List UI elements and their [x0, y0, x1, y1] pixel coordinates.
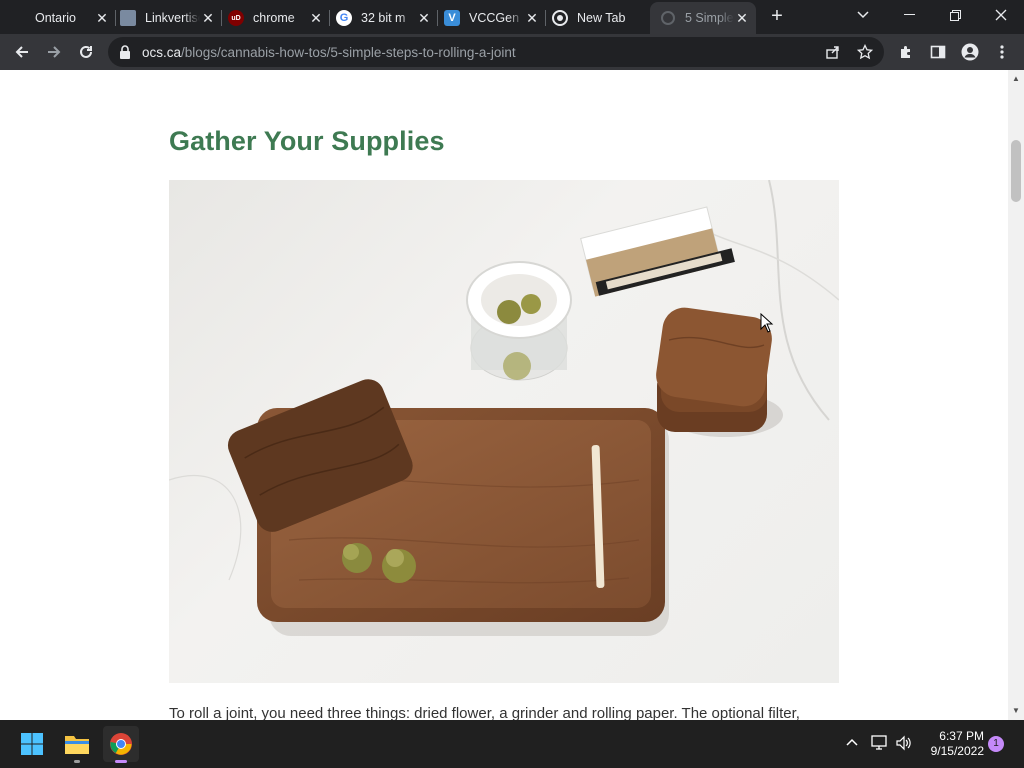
- google-favicon: G: [336, 10, 352, 26]
- url-text: ocs.ca/blogs/cannabis-how-tos/5-simple-s…: [142, 45, 516, 60]
- share-icon[interactable]: [824, 43, 842, 61]
- reload-icon: [80, 45, 92, 58]
- tab-title: Linkvertise: [145, 11, 200, 25]
- tab-title: Ontario: [35, 11, 76, 25]
- scroll-down-arrow-icon[interactable]: ▼: [1012, 706, 1020, 715]
- scroll-up-arrow-icon[interactable]: ▲: [1012, 74, 1020, 83]
- address-bar[interactable]: ocs.ca/blogs/cannabis-how-tos/5-simple-s…: [108, 37, 884, 67]
- loading-favicon: [660, 10, 676, 26]
- back-arrow-icon: [15, 46, 28, 58]
- profile-avatar-icon: [961, 43, 979, 61]
- rolling-supplies-photo: [169, 180, 839, 683]
- file-explorer-button[interactable]: [59, 726, 95, 763]
- close-tab-icon[interactable]: ✕: [416, 10, 432, 26]
- tab-new-tab[interactable]: New Tab: [552, 2, 648, 34]
- close-tab-icon[interactable]: ✕: [524, 10, 540, 26]
- kebab-menu-icon: [1000, 45, 1004, 59]
- windows-logo-icon: [21, 733, 43, 755]
- clock-date: 9/15/2022: [930, 744, 984, 758]
- tab-vccgen[interactable]: V VCCGen ✕: [444, 2, 546, 34]
- close-window-button[interactable]: [978, 0, 1024, 30]
- mouse-cursor-icon: [760, 313, 774, 333]
- extensions-button[interactable]: [894, 40, 918, 64]
- network-icon[interactable]: [871, 735, 889, 751]
- start-button[interactable]: [14, 726, 50, 762]
- tab-title: 32 bit m: [361, 11, 406, 25]
- close-tab-icon[interactable]: ✕: [200, 10, 216, 26]
- reload-button[interactable]: [74, 40, 98, 64]
- chrome-favicon: [552, 10, 568, 26]
- scrollbar-thumb[interactable]: [1011, 140, 1021, 202]
- forward-button[interactable]: [42, 40, 66, 64]
- browser-toolbar: ocs.ca/blogs/cannabis-how-tos/5-simple-s…: [0, 34, 1024, 70]
- chrome-taskbar-button[interactable]: [103, 726, 139, 763]
- ontario-cannabis-favicon: [10, 10, 26, 26]
- side-panel-button[interactable]: [926, 40, 950, 64]
- section-heading: Gather Your Supplies: [169, 126, 445, 156]
- url-path: /blogs/cannabis-how-tos/5-simple-steps-t…: [181, 45, 516, 60]
- folder-icon: [65, 736, 89, 754]
- chrome-logo-icon: [110, 733, 132, 755]
- chrome-menu-button[interactable]: [990, 40, 1014, 64]
- close-tab-icon[interactable]: ✕: [94, 10, 110, 26]
- close-tab-icon[interactable]: ✕: [734, 10, 750, 26]
- restore-button[interactable]: [932, 0, 978, 30]
- show-hidden-icons-chevron-icon[interactable]: [845, 735, 859, 749]
- page-scrollbar[interactable]: ▲ ▼: [1008, 70, 1024, 720]
- volume-icon[interactable]: [895, 735, 913, 751]
- ublock-favicon: uD: [228, 10, 244, 26]
- side-panel-icon: [930, 45, 946, 59]
- tab-title: chrome: [253, 11, 295, 25]
- profile-button[interactable]: [958, 40, 982, 64]
- url-host: ocs.ca: [142, 45, 182, 60]
- tab-ontario[interactable]: Ontario ✕: [10, 2, 116, 34]
- vccgen-favicon: V: [444, 10, 460, 26]
- puzzle-icon: [901, 46, 910, 58]
- notification-badge[interactable]: 1: [988, 736, 1004, 752]
- tab-linkvertise[interactable]: Linkvertise ✕: [120, 2, 222, 34]
- tab-title: 5 Simple: [685, 11, 734, 25]
- tab-strip: Ontario ✕ Linkvertise ✕ uD chrome ✕ G 32…: [0, 0, 1024, 34]
- forward-arrow-icon: [48, 46, 61, 58]
- tab-32bit[interactable]: G 32 bit m ✕: [336, 2, 438, 34]
- close-tab-icon[interactable]: ✕: [308, 10, 324, 26]
- tab-active-5-simple[interactable]: 5 Simple ✕: [650, 2, 756, 34]
- system-clock[interactable]: 6:37 PM 9/15/2022: [922, 729, 984, 759]
- bookmark-star-icon[interactable]: [856, 43, 874, 61]
- new-tab-button[interactable]: +: [766, 6, 788, 28]
- tab-title: New Tab: [577, 11, 626, 25]
- tab-title: VCCGen: [469, 11, 520, 25]
- windows-taskbar: 6:37 PM 9/15/2022 1: [0, 720, 1024, 768]
- linkvertise-favicon: [120, 10, 136, 26]
- tab-search-button[interactable]: [840, 0, 886, 30]
- tab-chrome[interactable]: uD chrome ✕: [228, 2, 330, 34]
- clock-time: 6:37 PM: [939, 729, 984, 743]
- minimize-button[interactable]: [886, 0, 932, 30]
- lock-icon[interactable]: [119, 45, 131, 59]
- back-button[interactable]: [10, 40, 34, 64]
